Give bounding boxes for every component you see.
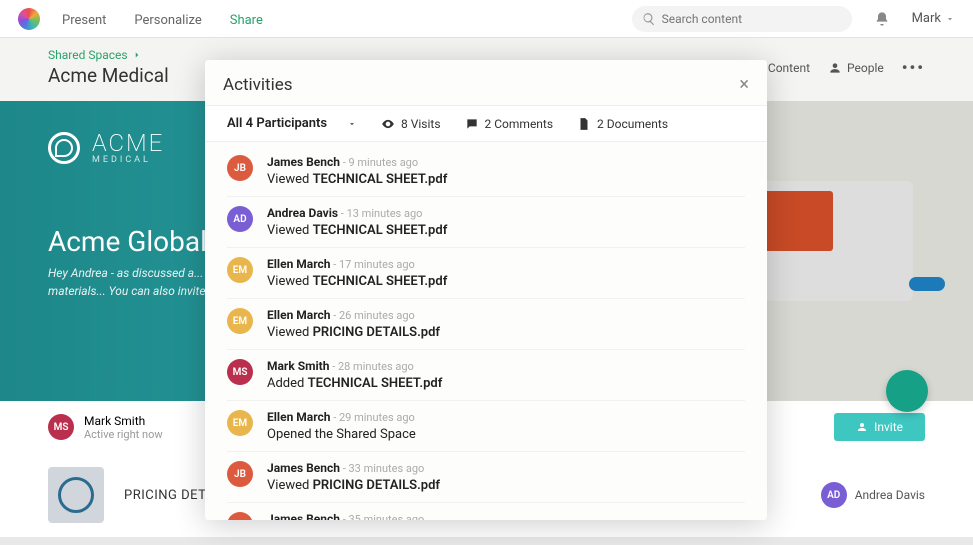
activity-user: Ellen March: [267, 410, 330, 424]
activity-user: Ellen March: [267, 257, 330, 271]
participant-filter[interactable]: All 4 Participants: [227, 116, 357, 131]
avatar: JB: [227, 461, 253, 487]
invite-button[interactable]: Invite: [834, 413, 925, 441]
nav-personalize[interactable]: Personalize: [134, 13, 201, 28]
activity-row: JB James Bench - 9 minutes ago Viewed TECH…: [227, 146, 745, 197]
activity-timestamp: - 17 minutes ago: [330, 258, 414, 271]
activity-timestamp: - 35 minutes ago: [340, 513, 424, 520]
brand-name: ACME: [92, 131, 164, 155]
eye-icon: [381, 117, 395, 131]
avatar: JB: [227, 512, 253, 520]
avatar: EM: [227, 257, 253, 283]
activity-row: EM Ellen March - 29 minutes ago Opened the…: [227, 401, 745, 452]
nav-share[interactable]: Share: [230, 13, 263, 28]
activity-action: Viewed PRICING DETAILS.pdf: [267, 325, 440, 340]
activity-action: Viewed TECHNICAL SHEET.pdf: [267, 223, 447, 238]
search-input[interactable]: [662, 12, 842, 26]
stat-comments: 2 Comments: [465, 117, 554, 131]
modal-title: Activities: [223, 75, 293, 95]
activity-row: AD Andrea Davis - 13 minutes ago Viewed TE…: [227, 197, 745, 248]
activity-user: Mark Smith: [267, 359, 329, 373]
stat-visits: 8 Visits: [381, 117, 441, 131]
activity-timestamp: - 29 minutes ago: [330, 411, 414, 424]
person-add-icon: [856, 421, 868, 433]
activity-action: Viewed TECHNICAL SHEET.pdf: [267, 274, 447, 289]
document-icon: [577, 117, 591, 131]
activities-modal: Activities × All 4 Participants 8 Visits…: [205, 60, 767, 520]
activity-user: James Bench: [267, 155, 340, 169]
avatar: MS: [48, 414, 74, 440]
presence-name: Mark Smith: [84, 414, 163, 428]
activity-user: Andrea Davis: [267, 206, 338, 220]
activity-action: Added TECHNICAL SHEET.pdf: [267, 376, 442, 391]
comment-icon: [465, 117, 479, 131]
chevron-right-icon: [132, 50, 142, 60]
activity-timestamp: - 26 minutes ago: [330, 309, 414, 322]
search-icon: [642, 12, 656, 26]
attendee-row: AD Andrea Davis: [821, 482, 925, 508]
more-menu[interactable]: •••: [902, 58, 925, 77]
activity-timestamp: - 28 minutes ago: [329, 360, 413, 373]
activity-row: EM Ellen March - 17 minutes ago Viewed TEC…: [227, 248, 745, 299]
search-input-wrapper[interactable]: [632, 6, 852, 32]
top-bar: Present Personalize Share Mark: [0, 0, 973, 38]
brand-icon: [48, 132, 80, 164]
doc-thumbnail[interactable]: [48, 467, 104, 523]
avatar: MS: [227, 359, 253, 385]
activity-user: Ellen March: [267, 308, 330, 322]
activity-row: MS Mark Smith - 28 minutes ago Added TECHN…: [227, 350, 745, 401]
avatar: JB: [227, 155, 253, 181]
logo-icon: [18, 8, 40, 30]
presence-status: Active right now: [84, 428, 163, 441]
nav-present[interactable]: Present: [62, 13, 106, 28]
person-icon: [828, 61, 842, 75]
activity-action: Viewed TECHNICAL SHEET.pdf: [267, 172, 447, 187]
activity-feed[interactable]: JB James Bench - 9 minutes ago Viewed TECH…: [205, 142, 767, 520]
avatar: AD: [821, 482, 847, 508]
activity-action: Opened the Shared Space: [267, 427, 416, 442]
people-button[interactable]: People: [828, 61, 884, 75]
device-image: [753, 181, 913, 301]
chevron-down-icon: [945, 14, 955, 24]
close-button[interactable]: ×: [739, 74, 749, 95]
activity-user: James Bench: [267, 461, 340, 475]
bell-icon[interactable]: [874, 11, 890, 27]
user-name: Mark: [912, 11, 941, 26]
page-title: Acme Medical: [48, 64, 169, 87]
breadcrumb[interactable]: Shared Spaces: [48, 48, 169, 62]
avatar: EM: [227, 308, 253, 334]
activity-row: EM Ellen March - 26 minutes ago Viewed PRI…: [227, 299, 745, 350]
brand-subtitle: MEDICAL: [92, 155, 164, 165]
stat-documents: 2 Documents: [577, 117, 668, 131]
user-menu[interactable]: Mark: [912, 11, 955, 26]
activity-timestamp: - 33 minutes ago: [340, 462, 424, 475]
activity-action: Viewed PRICING DETAILS.pdf: [267, 478, 440, 493]
activity-row: JB James Bench - 35 minutes ago: [227, 503, 745, 520]
attendee-name: Andrea Davis: [855, 488, 925, 502]
avatar: EM: [227, 410, 253, 436]
avatar: AD: [227, 206, 253, 232]
activity-timestamp: - 9 minutes ago: [340, 156, 418, 169]
main-nav: Present Personalize Share: [62, 9, 287, 28]
activity-timestamp: - 13 minutes ago: [338, 207, 422, 220]
activity-row: JB James Bench - 33 minutes ago Viewed PRI…: [227, 452, 745, 503]
activity-user: James Bench: [267, 512, 340, 520]
chevron-down-icon: [347, 119, 357, 129]
fab-button[interactable]: [886, 370, 928, 412]
